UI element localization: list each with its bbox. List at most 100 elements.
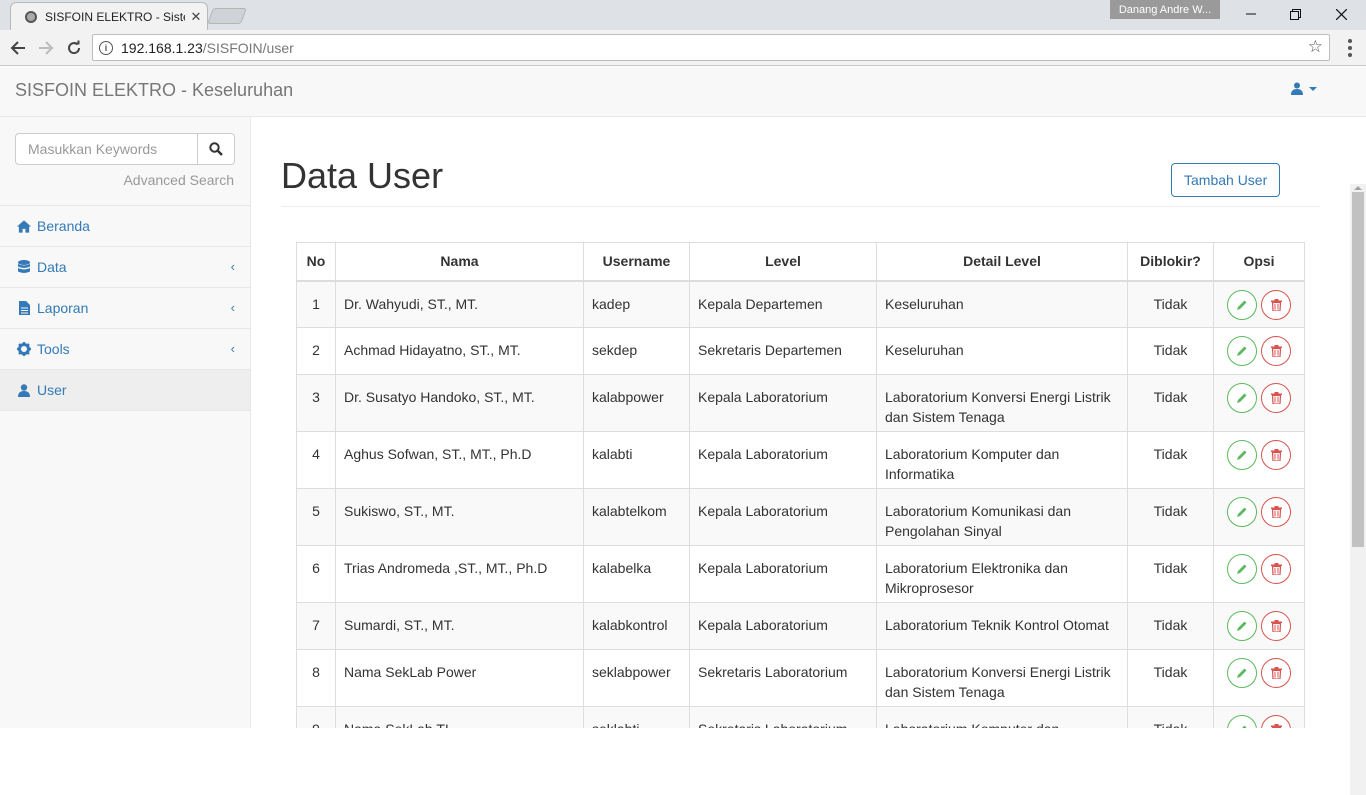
bookmark-star-icon[interactable]: ☆ (1308, 37, 1323, 57)
home-icon (17, 219, 31, 233)
cell-username: sekdep (583, 327, 690, 375)
minimize-icon (1246, 13, 1256, 15)
sidebar-item-data[interactable]: Data ‹ (0, 247, 250, 288)
cell-username: kalabti (583, 431, 690, 489)
delete-button[interactable] (1261, 497, 1291, 527)
delete-button[interactable] (1261, 440, 1291, 470)
reload-button[interactable] (62, 36, 86, 60)
cell-nama: Nama SekLab TI (335, 706, 584, 728)
sidebar: Advanced Search Beranda Data ‹ Laporan (0, 117, 251, 728)
chevron-left-icon: ‹ (230, 259, 235, 274)
back-button[interactable] (6, 36, 30, 60)
table-row: 9Nama SekLab TIseklabtiSekretaris Labora… (296, 706, 1305, 728)
sidebar-item-tools[interactable]: Tools ‹ (0, 329, 250, 370)
info-icon[interactable]: i (99, 40, 113, 55)
brand-title[interactable]: SISFOIN ELEKTRO - Keseluruhan (15, 80, 293, 101)
table-row: 7 Sumardi, ST., MT. kalabkontrol Kepala Lab… (296, 602, 1305, 650)
sidebar-item-beranda[interactable]: Beranda (0, 206, 250, 247)
delete-button[interactable] (1261, 383, 1291, 413)
search-input[interactable] (15, 133, 197, 165)
profile-chip[interactable]: Danang Andre W... (1110, 0, 1220, 19)
pencil-icon (1237, 621, 1247, 631)
forward-button[interactable] (34, 36, 58, 60)
cell-no: 7 (296, 602, 336, 650)
page-title: Data User (281, 155, 444, 196)
restore-button[interactable] (1272, 0, 1318, 28)
search-button[interactable] (197, 133, 235, 165)
header-username[interactable]: Username (583, 242, 690, 282)
browser-tab[interactable]: SISFOIN ELEKTRO - Sistem ✕ (10, 2, 208, 30)
top-navbar: SISFOIN ELEKTRO - Keseluruhan (0, 67, 1366, 117)
address-bar[interactable]: i 192.168.1.23/SISFOIN/user ☆ (92, 34, 1330, 61)
header-detail-level[interactable]: Detail Level (876, 242, 1128, 282)
cell-username: kalabpower (583, 374, 690, 432)
cell-no: 4 (296, 431, 336, 489)
chevron-left-icon: ‹ (230, 300, 235, 315)
cell-no: 9 (296, 706, 336, 728)
trash-icon (1270, 345, 1282, 357)
edit-button[interactable] (1227, 383, 1257, 413)
cell-no: 1 (296, 280, 336, 328)
user-dropdown[interactable] (1291, 82, 1317, 95)
cell-detail-level: Keseluruhan (876, 327, 1128, 375)
cell-diblokir: Tidak (1127, 545, 1214, 603)
cell-level: Kepala Departemen (689, 280, 877, 328)
header-opsi: Opsi (1213, 242, 1305, 282)
header-no[interactable]: No (296, 242, 336, 282)
edit-button[interactable] (1227, 289, 1257, 320)
delete-button[interactable] (1261, 611, 1291, 641)
sidebar-item-user[interactable]: User (0, 370, 250, 411)
close-window-button[interactable] (1318, 0, 1364, 28)
edit-button[interactable] (1227, 715, 1257, 728)
advanced-search-link[interactable]: Advanced Search (123, 172, 234, 188)
cell-opsi (1213, 545, 1305, 603)
new-tab-button[interactable] (207, 8, 247, 24)
table-row: 6 Trias Andromeda ,ST., MT., Ph.D kalabelk… (296, 545, 1305, 603)
sidebar-menu: Beranda Data ‹ Laporan ‹ Tools ‹ User (0, 205, 250, 411)
browser-menu-icon[interactable] (1340, 36, 1360, 60)
trash-icon (1270, 392, 1282, 404)
browser-toolbar: i 192.168.1.23/SISFOIN/user ☆ (0, 30, 1366, 66)
header-level[interactable]: Level (689, 242, 877, 282)
delete-button[interactable] (1261, 336, 1291, 366)
pencil-icon (1237, 668, 1247, 678)
header-nama[interactable]: Nama (335, 242, 584, 282)
sidebar-item-laporan[interactable]: Laporan ‹ (0, 288, 250, 329)
edit-button[interactable] (1227, 440, 1257, 470)
cell-level: Kepala Laboratorium (689, 545, 877, 603)
page-scrollbar[interactable] (1350, 184, 1366, 795)
edit-button[interactable] (1227, 336, 1257, 366)
cell-username: seklabpower (583, 649, 690, 707)
delete-button[interactable] (1261, 554, 1291, 584)
trash-icon (1270, 667, 1282, 679)
cell-username: kadep (583, 280, 690, 328)
add-user-button[interactable]: Tambah User (1171, 163, 1281, 197)
edit-button[interactable] (1227, 497, 1257, 527)
pencil-icon (1242, 725, 1247, 728)
cell-nama: Sumardi, ST., MT. (335, 602, 584, 650)
scrollbar-thumb[interactable] (1352, 192, 1364, 547)
delete-button[interactable] (1261, 658, 1291, 688)
cell-opsi (1213, 431, 1305, 489)
cell-diblokir: Tidak (1127, 488, 1214, 546)
restore-icon (1289, 8, 1301, 20)
trash-icon (1270, 724, 1282, 728)
cell-no: 2 (296, 327, 336, 375)
scroll-up-icon[interactable] (1354, 186, 1362, 190)
cell-diblokir: Tidak (1127, 649, 1214, 707)
delete-button[interactable] (1261, 289, 1291, 320)
cell-level: Sekretaris Laboratorium (689, 649, 877, 707)
trash-icon (1270, 620, 1282, 632)
header-diblokir[interactable]: Diblokir? (1127, 242, 1214, 282)
table-body: 1 Dr. Wahyudi, ST., MT. kadep Kepala Depart… (296, 280, 1305, 728)
user-icon (1291, 82, 1303, 95)
user-icon (17, 383, 31, 397)
pencil-icon (1237, 564, 1247, 574)
minimize-button[interactable] (1228, 0, 1274, 28)
edit-button[interactable] (1227, 658, 1257, 688)
delete-button[interactable] (1261, 715, 1291, 728)
edit-button[interactable] (1227, 554, 1257, 584)
edit-button[interactable] (1227, 611, 1257, 641)
table-header-row: No Nama Username Level Detail Level Dibl… (296, 242, 1305, 282)
close-tab-icon[interactable]: ✕ (185, 9, 207, 25)
